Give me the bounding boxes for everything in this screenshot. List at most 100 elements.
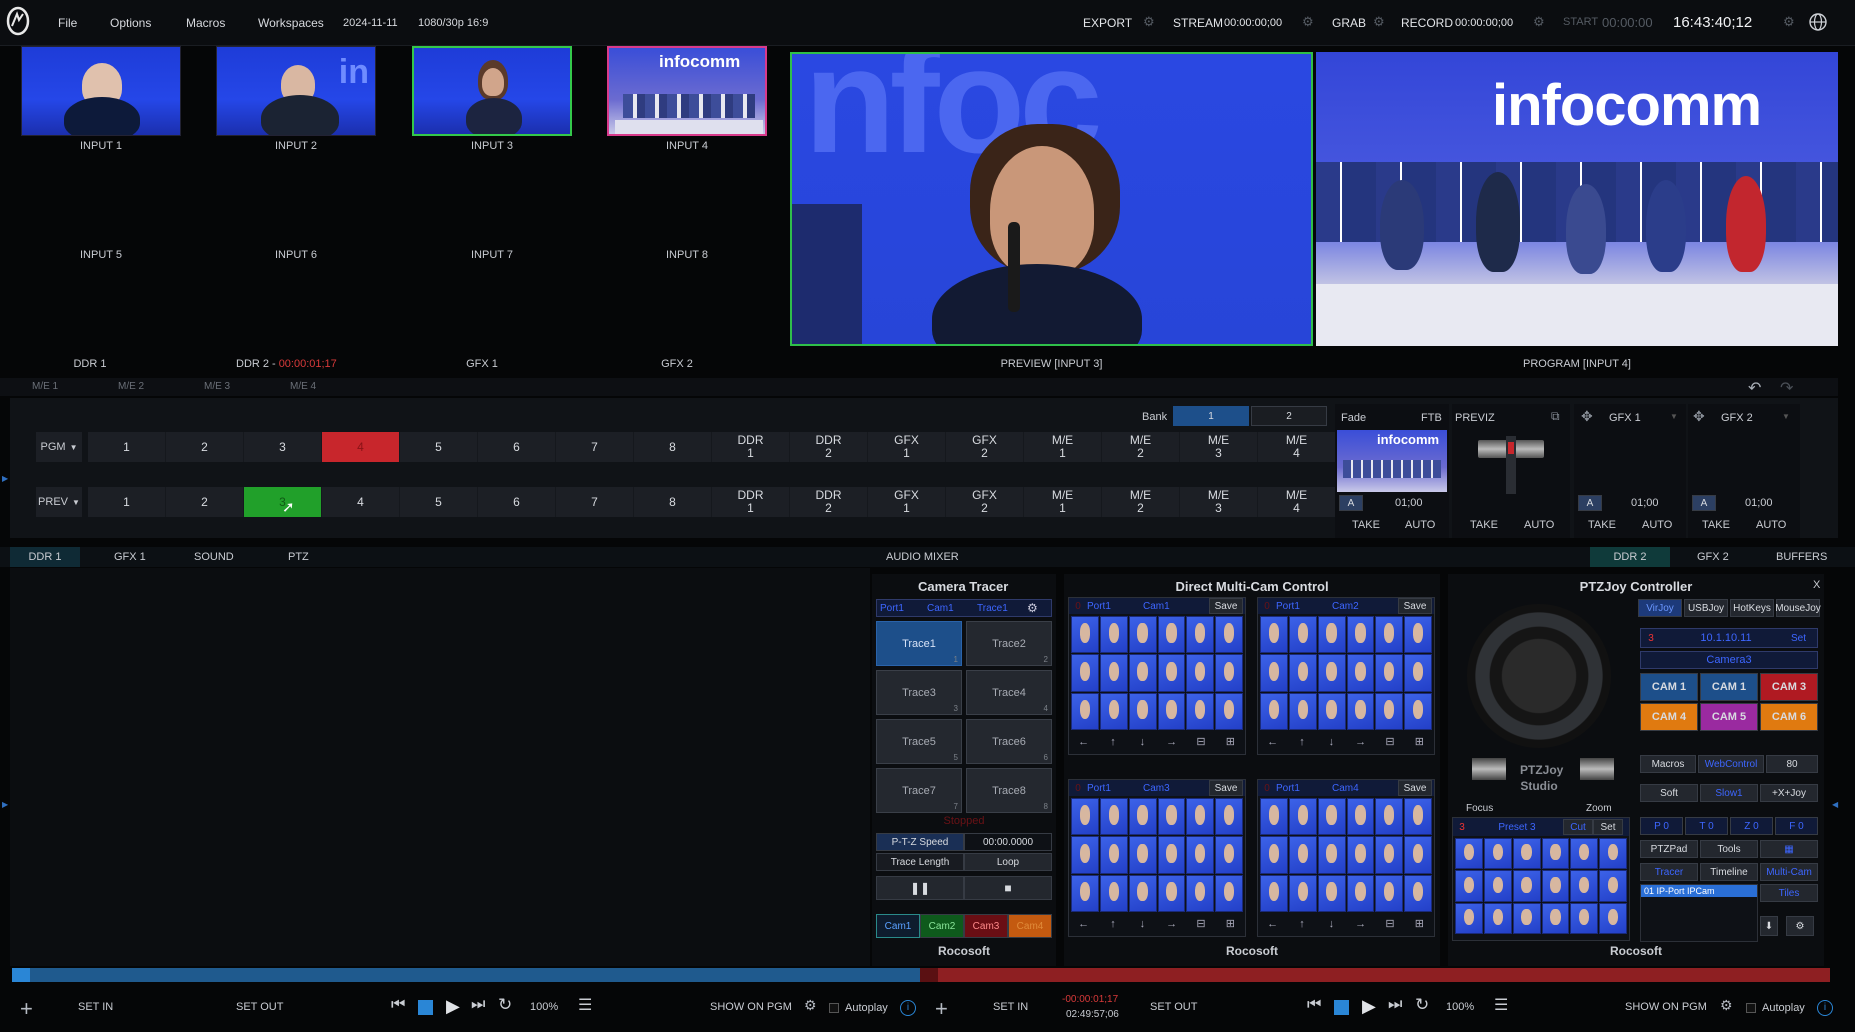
pgm-button-me1[interactable]: M/E 1 [1024,432,1102,462]
previz-auto-button[interactable]: AUTO [1524,519,1554,531]
preset-thumb[interactable] [1375,874,1404,912]
ddr2-playlist-icon[interactable]: ☰ [1494,995,1508,1015]
me-tab-4[interactable]: M/E 4 [290,381,316,392]
preset-thumb[interactable] [1260,692,1288,730]
cam-button-6[interactable]: CAM 6 [1760,703,1818,731]
expand-icon[interactable]: ⊞ [1219,915,1241,933]
preset-thumb[interactable] [1071,654,1099,692]
arrow-left-icon[interactable]: ← [1073,733,1095,751]
tracer-button[interactable]: Tracer [1640,863,1698,881]
ptzpad-button[interactable]: PTZPad [1640,840,1698,858]
preset-thumb[interactable] [1483,838,1512,870]
fade-a-icon[interactable]: A [1339,495,1363,511]
take-button[interactable]: TAKE [1352,519,1380,531]
preset-thumb[interactable] [1215,654,1243,692]
expand-icon[interactable]: ⊞ [1408,733,1430,751]
ddr2-label-group[interactable]: DDR 2 - 00:00:01;17 [236,358,337,370]
cam-button-5[interactable]: CAM 5 [1700,703,1758,731]
cam2-button[interactable]: Cam2 [920,914,964,938]
pgm-button-8[interactable]: 8 [634,432,712,462]
preset-thumb[interactable] [1512,870,1541,902]
gfx1-label[interactable]: GFX 1 [402,358,562,370]
preset-thumb[interactable] [1512,902,1541,934]
prev-button-8[interactable]: 8 [634,487,712,517]
preset-thumb[interactable] [1317,836,1346,874]
prev-button-me3[interactable]: M/E 3 [1180,487,1258,517]
preset-thumb[interactable] [1157,654,1186,692]
preset-thumb[interactable] [1128,798,1157,836]
preset-thumb[interactable] [1346,836,1375,874]
preset-thumb[interactable] [1128,836,1157,874]
cam4-button[interactable]: Cam4 [1008,914,1052,938]
ddr2-settings-icon[interactable]: ⚙ [1720,997,1733,1014]
preset-thumb[interactable] [1404,874,1432,912]
tab-ptz[interactable]: PTZ [288,551,309,563]
ddr1-skip-back-icon[interactable]: ⏮ [391,996,405,1014]
preset-thumb[interactable] [1288,874,1317,912]
pgm-button-4[interactable]: 4 [322,432,400,462]
preset-thumb[interactable] [1157,836,1186,874]
ddr1-play-icon[interactable]: ▶ [446,996,460,1017]
pgm-selector[interactable]: PGM ▼ [36,432,82,462]
camera-name[interactable]: Camera3 [1640,651,1818,669]
ddr1-skip-forward-icon[interactable]: ⏭ [471,996,485,1014]
preset-thumb[interactable] [1215,692,1243,730]
export-settings-icon[interactable]: ⚙ [1143,14,1155,30]
prev-selector[interactable]: PREV ▼ [36,487,82,517]
preset-thumb[interactable] [1099,654,1128,692]
ddr2-speed-value[interactable]: 100% [1446,1001,1474,1013]
me-tab-1[interactable]: M/E 1 [32,381,58,392]
preset-thumb[interactable] [1186,616,1215,654]
me-tab-3[interactable]: M/E 3 [204,381,230,392]
cam-button-3[interactable]: CAM 3 [1760,673,1818,701]
tracer-port[interactable]: Port1 [877,603,927,614]
ddr1-autoplay-checkbox[interactable] [829,1003,839,1013]
prev-button-6[interactable]: 6 [478,487,556,517]
preset-thumb[interactable] [1375,654,1404,692]
preset-thumb[interactable] [1346,692,1375,730]
preset-thumb[interactable] [1288,798,1317,836]
preset-thumb[interactable] [1288,654,1317,692]
add-clip-icon[interactable]: + [20,996,33,1022]
multicam-port[interactable]: Port1 [1276,783,1332,794]
transition-thumbnail[interactable]: infocomm [1337,430,1447,492]
preview-monitor[interactable]: nfoc [790,52,1313,346]
preset-thumb[interactable] [1599,870,1627,902]
gfx1-channel-label[interactable]: GFX 1 [1609,412,1641,424]
pgm-button-ddr1[interactable]: DDR 1 [712,432,790,462]
preset-thumb[interactable] [1128,874,1157,912]
multicam-save-button[interactable]: Save [1209,780,1243,796]
preset-thumb[interactable] [1317,616,1346,654]
preset-thumb[interactable] [1404,616,1432,654]
ddr1-timeline[interactable] [12,968,920,982]
multicam-port[interactable]: Port1 [1087,783,1143,794]
input-5-label[interactable]: INPUT 5 [21,249,181,261]
preset-thumb[interactable] [1288,692,1317,730]
cam-button-1[interactable]: CAM 1 [1640,673,1698,701]
prev-button-ddr1[interactable]: DDR 1 [712,487,790,517]
preset-thumb[interactable] [1346,874,1375,912]
tracer-cam[interactable]: Cam1 [927,603,977,614]
menu-options[interactable]: Options [110,16,151,30]
ddr1-info-icon[interactable]: i [900,1000,916,1016]
preset-thumb[interactable] [1404,654,1432,692]
ddr2-set-out-button[interactable]: SET OUT [1150,1001,1197,1013]
pgm-button-me4[interactable]: M/E 4 [1258,432,1336,462]
preset-thumb[interactable] [1455,838,1483,870]
undo-icon[interactable]: ↶ [1748,378,1761,398]
zoom-slider[interactable] [1580,758,1614,780]
gear-icon[interactable]: ⚙ [1027,601,1038,615]
multicam-save-button[interactable]: Save [1398,780,1432,796]
input-2-thumbnail[interactable]: in [216,46,376,136]
previz-label[interactable]: PREVIZ [1455,412,1495,424]
ptz-speed-value[interactable]: 00:00.0000 [964,833,1052,851]
preset-thumb[interactable] [1346,798,1375,836]
grab-button[interactable]: GRAB [1332,16,1366,30]
multicam-save-button[interactable]: Save [1398,598,1432,614]
trace-length-value[interactable]: Loop [964,853,1052,871]
pgm-button-gfx1[interactable]: GFX 1 [868,432,946,462]
multicam-cam[interactable]: Cam4 [1332,783,1398,794]
prev-button-5[interactable]: 5 [400,487,478,517]
globe-icon[interactable] [1808,12,1828,32]
gfx1-a-icon[interactable]: A [1578,495,1602,511]
